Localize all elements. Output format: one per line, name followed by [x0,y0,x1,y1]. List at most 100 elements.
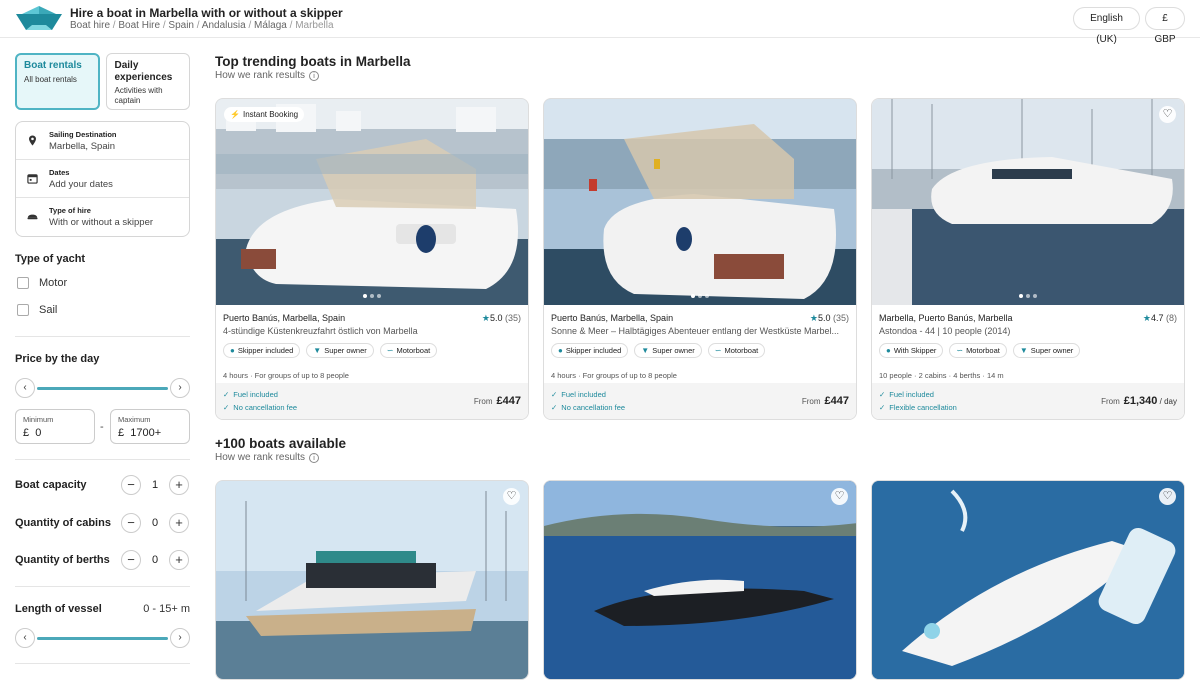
boat-image[interactable]: ♡ [216,481,528,679]
check-icon: ✓ [223,403,230,412]
boat-image[interactable]: ♡ [544,481,856,679]
boat-image[interactable]: ⚡ Instant Booking [216,99,528,305]
length-value: 0 - 15+ m [143,603,190,615]
perk: ✓ Fuel included [551,390,606,399]
motor-option[interactable]: Motor [17,277,67,289]
card-body: Puerto Banús, Marbella, Spain ★5.0 (35) … [544,305,856,383]
chevron-left-icon[interactable]: ‹ [15,378,35,398]
card-body: Marbella, Puerto Banús, Marbella ★4.7 (8… [872,305,1184,383]
breadcrumb-item[interactable]: Boat Hire [118,20,160,31]
minus-icon[interactable]: − [121,475,141,495]
filters-sidebar: Boat rentals All boat rentals Daily expe… [15,53,190,664]
sail-label: Sail [39,304,58,316]
boat-location: Marbella, Puerto Banús, Marbella [879,313,1013,323]
tab-subtitle: All boat rentals [24,75,77,84]
motor-checkbox[interactable] [17,277,29,289]
plus-icon[interactable]: + [169,475,189,495]
breadcrumb-item[interactable]: Málaga [254,20,287,31]
boat-tags: ● Skipper included ▼ Super owner ∽ Motorboa… [551,343,766,358]
rank-text: How we rank results [215,452,306,463]
heart-icon[interactable]: ♡ [503,488,520,505]
chevron-right-icon[interactable]: › [170,628,190,648]
check-icon: ✓ [551,390,558,399]
breadcrumb-item[interactable]: Spain [168,20,194,31]
divider [15,459,190,460]
tab-daily-experiences[interactable]: Daily experiences Activities with captai… [105,53,190,110]
min-price-field[interactable]: Minimum £ 0 [15,409,95,444]
breadcrumb-item[interactable]: Andalusia [202,20,246,31]
dates-field[interactable]: Dates Add your dates [16,160,189,198]
carousel-dots[interactable] [1019,294,1037,298]
breadcrumb-item[interactable]: Boat hire [70,20,110,31]
destination-label: Sailing Destination [49,130,117,139]
boat-card[interactable]: ♡ [871,480,1185,680]
cabins-label: Quantity of cabins [15,517,111,529]
destination-field[interactable]: Sailing Destination Marbella, Spain [16,122,189,160]
price-range-dash: - [100,421,104,433]
plus-icon[interactable]: + [169,513,189,533]
logo-icon[interactable] [14,5,64,33]
slider-track[interactable] [37,387,168,390]
language-button[interactable]: English (UK) [1073,7,1140,45]
boat-card[interactable]: ♡ [215,480,529,680]
carousel-dots[interactable] [363,294,381,298]
rank-text: How we rank results [215,70,306,81]
boat-image[interactable]: ♡ [872,99,1184,305]
motor-label: Motor [39,277,68,289]
breadcrumb-current: Marbella [295,20,334,31]
perk: ✓ No cancellation fee [551,403,626,412]
boat-image[interactable]: ♡ [872,481,1184,679]
chevron-left-icon[interactable]: ‹ [15,628,35,648]
currency-button[interactable]: £ GBP [1145,7,1185,45]
perk: ✓ Flexible cancellation [879,403,957,412]
boat-card[interactable]: ♡ Marbella, Puerto Banús, Marbella ★4.7 … [871,98,1185,420]
available-title: +100 boats available [215,436,346,451]
sail-checkbox[interactable] [17,304,29,316]
carousel-dots[interactable] [691,294,709,298]
capacity-stepper: Boat capacity − 1 + [15,475,190,495]
heart-icon[interactable]: ♡ [1159,106,1176,123]
skipper-icon: ● [230,346,235,355]
minus-icon[interactable]: − [121,513,141,533]
divider [15,586,190,587]
chevron-right-icon[interactable]: › [170,378,190,398]
search-box: Sailing Destination Marbella, Spain Date… [15,121,190,237]
star-icon: ★ [809,313,818,323]
boat-card[interactable]: ⚡ Instant Booking Puerto Banús, Marbella,… [215,98,529,420]
boat-price: From £447 [801,395,849,407]
boat-rating: ★5.0 (35) [481,313,521,323]
boat-image[interactable] [544,99,856,305]
heart-icon[interactable]: ♡ [831,488,848,505]
rank-link[interactable]: How we rank results i [215,452,320,463]
sail-option[interactable]: Sail [17,304,57,316]
trending-title: Top trending boats in Marbella [215,54,411,69]
tab-boat-rentals[interactable]: Boat rentals All boat rentals [15,53,100,110]
minus-icon[interactable]: − [121,550,141,570]
boat-location: Puerto Banús, Marbella, Spain [223,313,346,323]
page-title: Hire a boat in Marbella with or without … [70,6,343,20]
length-filter: Length of vessel 0 - 15+ m [15,603,190,623]
instant-booking-badge: ⚡ Instant Booking [224,107,305,122]
min-price-value: £ 0 [23,427,42,439]
boat-price: From £1,340 / day [1101,395,1177,407]
length-label: Length of vessel [15,603,102,615]
info-icon[interactable]: i [309,452,320,463]
plus-icon[interactable]: + [169,550,189,570]
price-slider[interactable]: ‹ › [15,378,190,398]
boat-card[interactable]: Puerto Banús, Marbella, Spain ★5.0 (35) … [543,98,857,420]
tag-skipper: ● With Skipper [879,343,944,358]
tag-motorboat: ∽ Motorboat [379,343,438,358]
slider-track[interactable] [37,637,168,640]
price-title: Price by the day [15,353,100,365]
length-slider[interactable]: ‹ › [15,628,190,648]
hire-type-field[interactable]: Type of hire With or without a skipper [16,198,189,236]
boat-meta: 10 people · 2 cabins · 4 berths · 14 m [879,371,1004,380]
destination-value: Marbella, Spain [49,141,116,152]
boat-card[interactable]: ♡ [543,480,857,680]
heart-icon[interactable]: ♡ [1159,488,1176,505]
rank-link[interactable]: How we rank results i [215,70,320,81]
max-price-field[interactable]: Maximum £ 1700+ [110,409,190,444]
info-icon[interactable]: i [309,70,320,81]
boat-price: From £447 [473,395,521,407]
cabins-value: 0 [151,517,159,529]
